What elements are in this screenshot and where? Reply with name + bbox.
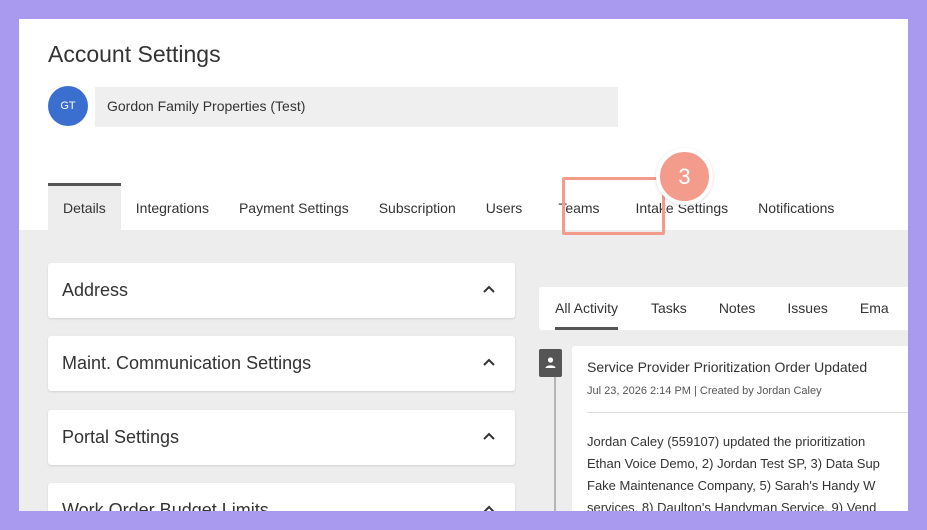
section-label: Work Order Budget Limits bbox=[62, 500, 269, 511]
activity-body-line: services, 8) Daulton's Handyman Service,… bbox=[587, 500, 877, 511]
activity-body-line: Ethan Voice Demo, 2) Jordan Test SP, 3) … bbox=[587, 456, 880, 471]
activity-tab-bar: All Activity Tasks Notes Issues Ema bbox=[539, 287, 908, 330]
chevron-up-icon[interactable] bbox=[481, 281, 497, 297]
chevron-up-icon[interactable] bbox=[481, 501, 497, 511]
divider bbox=[587, 412, 908, 413]
section-label: Portal Settings bbox=[62, 427, 180, 447]
tab-emails[interactable]: Ema bbox=[860, 287, 889, 330]
person-icon bbox=[539, 349, 562, 377]
section-portal-settings[interactable]: Portal Settings bbox=[48, 410, 515, 465]
activity-body-line: Fake Maintenance Company, 5) Sarah's Han… bbox=[587, 478, 876, 493]
section-work-order-budget-limits[interactable]: Work Order Budget Limits bbox=[48, 483, 515, 511]
activity-meta: Jul 23, 2026 2:14 PM | Created by Jordan… bbox=[587, 385, 822, 397]
tab-subscription[interactable]: Subscription bbox=[364, 183, 471, 230]
teams-tab-highlight bbox=[562, 177, 665, 235]
activity-body-line: Jordan Caley (559107) updated the priori… bbox=[587, 434, 866, 449]
activity-body: Jordan Caley (559107) updated the priori… bbox=[587, 431, 908, 511]
tab-issues[interactable]: Issues bbox=[787, 287, 827, 330]
account-name-field[interactable]: Gordon Family Properties (Test) bbox=[95, 87, 618, 127]
tab-users[interactable]: Users bbox=[471, 183, 538, 230]
tab-notes[interactable]: Notes bbox=[719, 287, 756, 330]
app-window: Account Settings GT Gordon Family Proper… bbox=[19, 19, 908, 511]
tab-notifications[interactable]: Notifications bbox=[743, 183, 849, 230]
activity-title: Service Provider Prioritization Order Up… bbox=[587, 359, 868, 375]
section-label: Maint. Communication Settings bbox=[62, 353, 312, 373]
timeline-line bbox=[554, 374, 556, 511]
chevron-up-icon[interactable] bbox=[481, 354, 497, 370]
tab-integrations[interactable]: Integrations bbox=[121, 183, 224, 230]
page-title: Account Settings bbox=[48, 41, 221, 67]
step-number-badge: 3 bbox=[656, 148, 713, 205]
avatar[interactable]: GT bbox=[48, 86, 88, 126]
section-maint-communication-settings[interactable]: Maint. Communication Settings bbox=[48, 336, 515, 391]
tab-details[interactable]: Details bbox=[48, 183, 121, 230]
section-address[interactable]: Address bbox=[48, 263, 515, 318]
activity-entry: Service Provider Prioritization Order Up… bbox=[572, 346, 908, 511]
page-header: Account Settings GT Gordon Family Proper… bbox=[19, 19, 908, 235]
tab-payment-settings[interactable]: Payment Settings bbox=[224, 183, 364, 230]
settings-tab-bar: Details Integrations Payment Settings Su… bbox=[48, 183, 849, 230]
chevron-up-icon[interactable] bbox=[481, 428, 497, 444]
section-label: Address bbox=[62, 280, 129, 300]
tab-tasks[interactable]: Tasks bbox=[651, 287, 687, 330]
tab-all-activity[interactable]: All Activity bbox=[555, 287, 619, 330]
